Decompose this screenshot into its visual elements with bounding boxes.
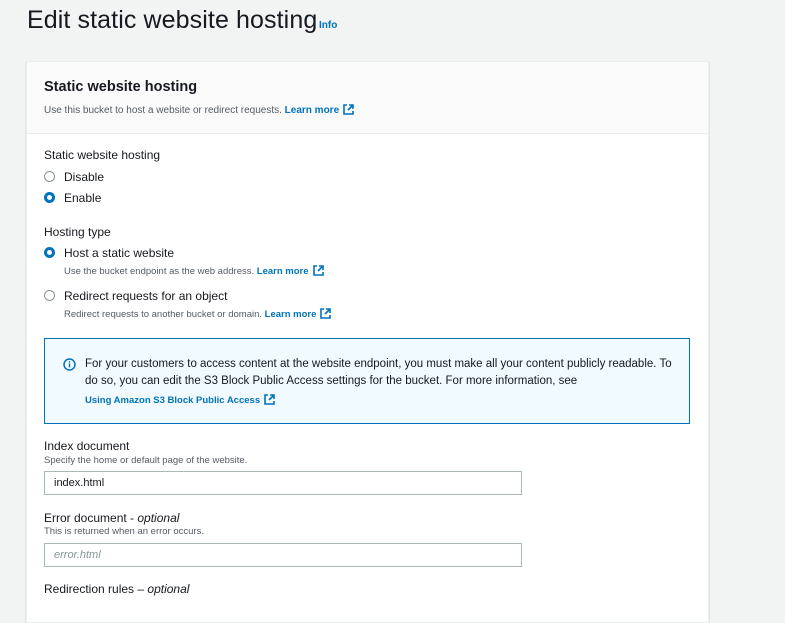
error-document-label-text: Error document [44, 511, 127, 525]
block-public-access-link[interactable]: Using Amazon S3 Block Public Access [85, 394, 275, 406]
block-public-access-alert: For your customers to access content at … [44, 338, 690, 424]
card-title: Static website hosting [44, 79, 198, 95]
block-public-access-link-label: Using Amazon S3 Block Public Access [85, 395, 261, 406]
index-document-description: Specify the home or default page of the … [44, 455, 248, 466]
host-static-learn-more-label: Learn more [256, 266, 309, 277]
alert-text: For your customers to access content at … [85, 358, 672, 387]
redirection-rules-optional: optional [147, 582, 190, 596]
index-document-input[interactable] [44, 471, 522, 495]
redirect-learn-more-label: Learn more [264, 309, 317, 320]
external-link-icon [264, 394, 275, 405]
host-static-website-description-text: Use the bucket endpoint as the web addre… [64, 266, 255, 277]
card-description: Use this bucket to host a website or red… [44, 104, 354, 116]
enable-radio[interactable] [44, 192, 55, 203]
redirection-rules-label: Redirection rules – optional [44, 582, 190, 596]
error-document-description: This is returned when an error occurs. [44, 526, 204, 537]
host-static-website-radio[interactable] [44, 247, 55, 258]
hosting-type-label: Hosting type [44, 225, 111, 239]
error-document-label: Error document - optional [44, 511, 180, 525]
redirect-requests-label[interactable]: Redirect requests for an object [64, 289, 227, 303]
host-static-website-label[interactable]: Host a static website [64, 246, 174, 260]
external-link-icon [312, 265, 324, 276]
host-static-website-description: Use the bucket endpoint as the web addre… [64, 265, 324, 277]
card-header: Static website hosting Use this bucket t… [27, 62, 708, 134]
hosting-toggle-label: Static website hosting [44, 148, 161, 162]
redirect-requests-description: Redirect requests to another bucket or d… [64, 308, 332, 320]
index-document-label: Index document [44, 439, 130, 453]
page-title: Edit static website hosting [27, 6, 318, 34]
host-static-learn-more-link[interactable]: Learn more [256, 265, 324, 277]
learn-more-link[interactable]: Learn more [284, 104, 354, 116]
disable-radio[interactable] [44, 171, 55, 182]
info-icon [63, 358, 76, 371]
external-link-icon [343, 104, 354, 115]
learn-more-label: Learn more [284, 105, 340, 116]
redirect-learn-more-link[interactable]: Learn more [264, 308, 332, 320]
card-description-text: Use this bucket to host a website or red… [44, 105, 282, 116]
redirect-requests-radio[interactable] [44, 290, 55, 301]
info-link[interactable]: Info [319, 20, 337, 31]
enable-radio-label[interactable]: Enable [64, 191, 101, 205]
redirection-rules-label-text: Redirection rules [44, 582, 135, 596]
disable-radio-label[interactable]: Disable [64, 170, 104, 184]
error-document-optional: optional [137, 511, 180, 525]
external-link-icon [320, 308, 332, 319]
redirect-requests-description-text: Redirect requests to another bucket or d… [64, 309, 263, 320]
error-document-input[interactable] [44, 543, 522, 567]
